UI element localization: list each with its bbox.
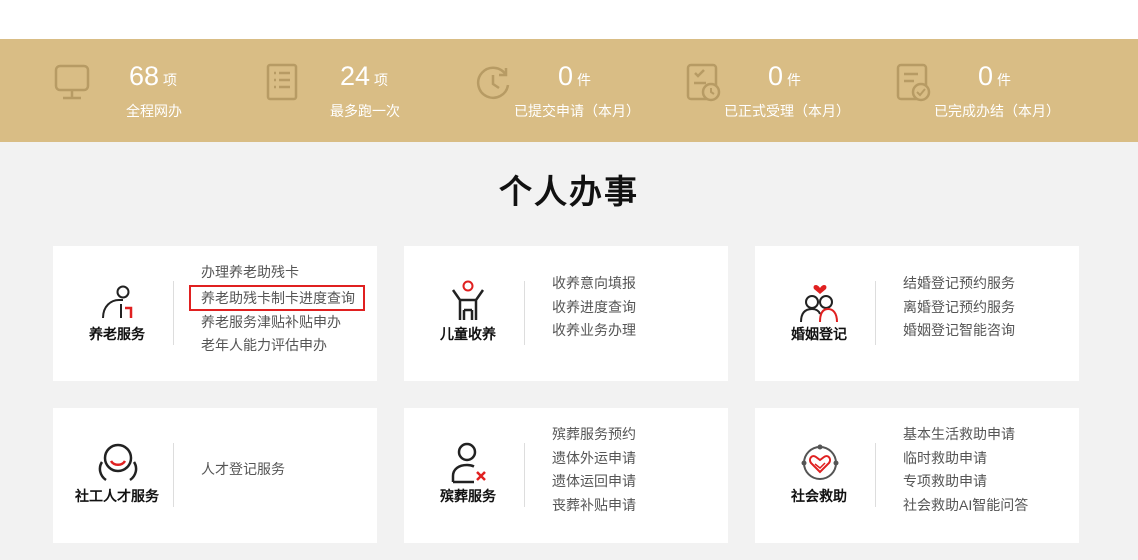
divider: [173, 443, 174, 507]
top-header-bar: [0, 0, 1138, 39]
service-card-marriage[interactable]: 婚姻登记 结婚登记预约服务 离婚登记预约服务 婚姻登记智能咨询: [755, 246, 1079, 381]
clipboard-clock-icon: [686, 63, 721, 102]
stat-label: 已完成办结（本月）: [934, 103, 1060, 119]
stat-unit: 件: [787, 72, 802, 88]
document-check-icon: [896, 63, 931, 102]
service-link[interactable]: 结婚登记预约服务: [903, 272, 1015, 296]
service-links: 结婚登记预约服务 离婚登记预约服务 婚姻登记智能咨询: [903, 272, 1015, 343]
stat-value: 24: [340, 61, 371, 91]
service-card-adoption[interactable]: 儿童收养 收养意向填报 收养进度查询 收养业务办理: [404, 246, 728, 381]
stat-label: 已提交申请（本月）: [514, 103, 640, 119]
stat-online-services: 68 项 全程网办: [54, 39, 264, 142]
stat-label: 最多跑一次: [330, 103, 400, 119]
stat-one-visit: 24 项 最多跑一次: [266, 39, 476, 142]
service-link[interactable]: 基本生活救助申请: [903, 423, 1028, 447]
stat-value: 0: [768, 61, 784, 91]
service-link-highlighted[interactable]: 养老助残卡制卡进度查询: [189, 284, 365, 311]
service-link[interactable]: 老年人能力评估申办: [201, 334, 365, 358]
service-links: 收养意向填报 收养进度查询 收养业务办理: [552, 272, 636, 343]
stat-label: 已正式受理（本月）: [724, 103, 850, 119]
service-links: 人才登记服务: [201, 458, 285, 482]
couple-icon: [800, 285, 838, 322]
divider: [173, 281, 174, 345]
service-link[interactable]: 收养业务办理: [552, 319, 636, 343]
service-link[interactable]: 养老服务津贴补贴申办: [201, 311, 365, 335]
service-links: 殡葬服务预约 遗体外运申请 遗体运回申请 丧葬补贴申请: [552, 423, 636, 518]
elderly-icon: [102, 285, 133, 319]
service-card-funeral[interactable]: 殡葬服务 殡葬服务预约 遗体外运申请 遗体运回申请 丧葬补贴申请: [404, 408, 728, 543]
clock-refresh-icon: [476, 66, 510, 99]
stat-unit: 件: [577, 72, 592, 88]
divider: [875, 443, 876, 507]
stat-accepted: 0件 已正式受理（本月）: [686, 39, 896, 142]
service-link[interactable]: 收养意向填报: [552, 272, 636, 296]
stat-label: 全程网办: [126, 103, 182, 119]
section-title: 个人办事: [499, 173, 639, 210]
stat-unit: 项: [374, 72, 389, 88]
monitor-icon: [54, 64, 90, 100]
funeral-person-icon: [451, 442, 486, 484]
category-name: 社会救助: [791, 488, 847, 504]
divider: [875, 281, 876, 345]
stat-value: 68: [129, 61, 160, 91]
divider: [524, 281, 525, 345]
stat-unit: 项: [163, 72, 178, 88]
service-link[interactable]: 专项救助申请: [903, 470, 1028, 494]
category-name: 养老服务: [89, 326, 145, 342]
category-name: 婚姻登记: [791, 326, 847, 342]
document-list-icon: [266, 63, 298, 101]
service-link[interactable]: 丧葬补贴申请: [552, 494, 636, 518]
stat-value: 0: [558, 61, 574, 91]
service-link[interactable]: 殡葬服务预约: [552, 423, 636, 447]
service-link[interactable]: 临时救助申请: [903, 447, 1028, 471]
handshake-heart-icon: [801, 444, 839, 480]
stat-completed: 0件 已完成办结（本月）: [896, 39, 1106, 142]
category-name: 社工人才服务: [75, 488, 159, 504]
category-name: 殡葬服务: [440, 488, 496, 504]
category-name: 儿童收养: [440, 326, 496, 342]
divider: [524, 443, 525, 507]
stat-value: 0: [978, 61, 994, 91]
service-link[interactable]: 离婚登记预约服务: [903, 296, 1015, 320]
child-icon: [451, 280, 485, 320]
service-card-elderly[interactable]: 养老服务 办理养老助残卡 养老助残卡制卡进度查询 养老服务津贴补贴申办 老年人能…: [53, 246, 377, 381]
service-link[interactable]: 人才登记服务: [201, 458, 285, 482]
service-card-social-worker[interactable]: 社工人才服务 人才登记服务: [53, 408, 377, 543]
service-link[interactable]: 社会救助AI智能问答: [903, 494, 1028, 518]
service-link[interactable]: 办理养老助残卡: [201, 261, 365, 285]
service-card-social-aid[interactable]: 社会救助 基本生活救助申请 临时救助申请 专项救助申请 社会救助AI智能问答: [755, 408, 1079, 543]
statistics-banner: 68 项 全程网办 24 项 最多跑一次 0件 已提交申请（本月） 0 件 已正…: [0, 39, 1138, 142]
service-link[interactable]: 遗体外运申请: [552, 447, 636, 471]
stat-submitted: 0件 已提交申请（本月）: [476, 39, 686, 142]
stat-unit: 件: [997, 72, 1012, 88]
service-links: 基本生活救助申请 临时救助申请 专项救助申请 社会救助AI智能问答: [903, 423, 1028, 518]
service-link[interactable]: 收养进度查询: [552, 296, 636, 320]
service-link[interactable]: 婚姻登记智能咨询: [903, 319, 1015, 343]
service-link[interactable]: 遗体运回申请: [552, 470, 636, 494]
social-worker-icon: [98, 443, 138, 482]
service-links: 办理养老助残卡 养老助残卡制卡进度查询 养老服务津贴补贴申办 老年人能力评估申办: [189, 261, 365, 358]
